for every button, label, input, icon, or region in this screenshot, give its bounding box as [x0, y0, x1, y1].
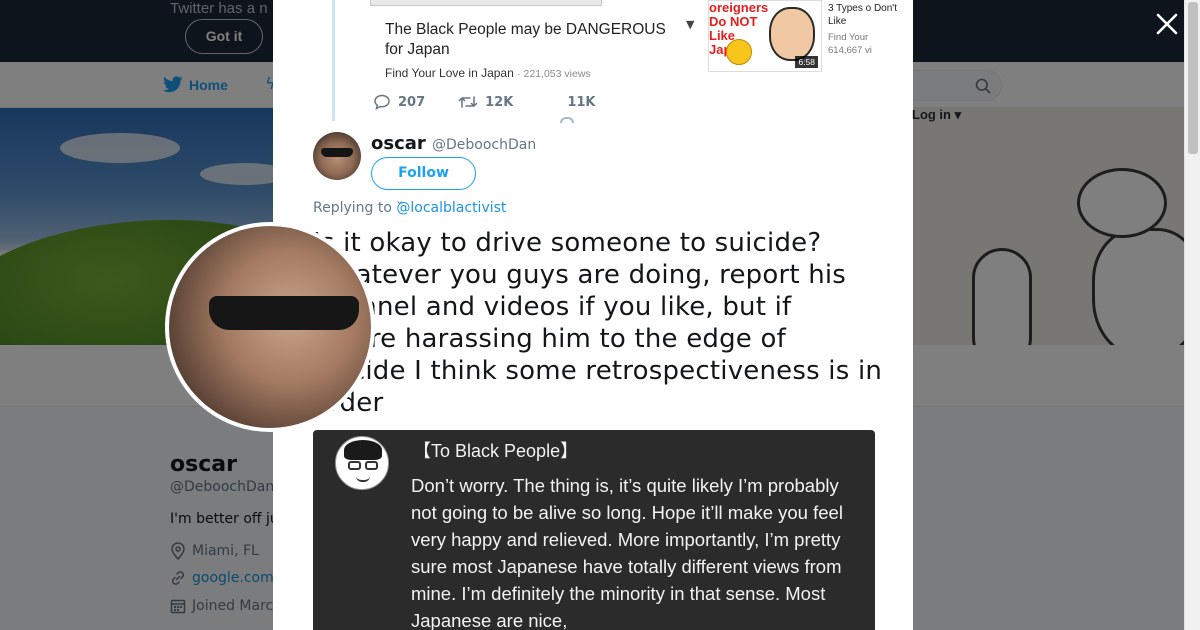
quoted-tweet-actions: 207 12K 11K — [373, 94, 595, 110]
related-video-channel: Find Your — [828, 32, 869, 43]
replying-to-link[interactable]: @localblactivist — [396, 200, 506, 216]
tweet-author-avatar[interactable] — [313, 132, 361, 180]
retweet-action[interactable]: 12K — [458, 94, 513, 110]
heart-icon[interactable] — [560, 117, 574, 123]
video-player-bottom — [370, 0, 602, 6]
page-scrollbar[interactable] — [1184, 0, 1200, 630]
conversation-thread-line — [332, 0, 335, 121]
chevron-down-icon[interactable]: ▼ — [686, 18, 694, 31]
reply-icon — [374, 94, 390, 110]
media-title: 【To Black People】 — [413, 441, 579, 461]
tweet-author-handle[interactable]: @DeboochDan — [432, 137, 536, 153]
replying-to: Replying to @localblactivist — [313, 200, 506, 216]
thumbnail-face — [769, 7, 815, 61]
profile-avatar[interactable] — [165, 222, 375, 432]
login-link[interactable]: Log in ▾ — [912, 107, 961, 123]
tweet-author-name[interactable]: oscar — [371, 133, 426, 154]
media-body-text: Don’t worry. The thing is, it’s quite li… — [411, 475, 843, 630]
retweet-count: 12K — [485, 94, 514, 110]
reply-count: 207 — [398, 94, 426, 110]
like-action[interactable]: 11K — [567, 95, 595, 110]
video-title[interactable]: The Black People may be DANGEROUS for Ja… — [385, 20, 685, 60]
like-count: 11K — [567, 94, 596, 110]
tweet-media-image[interactable]: 【To Black People】 Don’t worry. The thing… — [313, 430, 875, 630]
video-meta: Find Your Love in Japan · 221,053 views — [385, 66, 591, 80]
related-video-info[interactable]: 3 Types o Don't Like Find Your 614,667 v… — [828, 2, 913, 57]
retweet-icon — [458, 96, 478, 108]
replying-to-prefix: Replying to — [313, 200, 392, 216]
angry-emoji-icon — [726, 39, 752, 65]
related-video-views: 614,667 vi — [828, 45, 872, 56]
video-views: 221,053 views — [523, 68, 591, 80]
follow-button[interactable]: Follow — [371, 157, 476, 190]
related-video-title[interactable]: 3 Types o Don't Like — [828, 2, 913, 28]
related-video-thumbnail[interactable]: oreigners Do NOT Like Japan 6:58 — [708, 0, 822, 72]
tweet-text: Is it okay to drive someone to suicide? … — [313, 228, 883, 418]
scrollbar-thumb[interactable] — [1188, 2, 1198, 154]
video-duration: 6:58 — [795, 56, 818, 68]
close-icon[interactable] — [1153, 10, 1181, 38]
video-channel[interactable]: Find Your Love in Japan — [385, 66, 514, 80]
cartoon-avatar — [335, 436, 389, 490]
reply-action[interactable]: 207 — [373, 94, 425, 110]
